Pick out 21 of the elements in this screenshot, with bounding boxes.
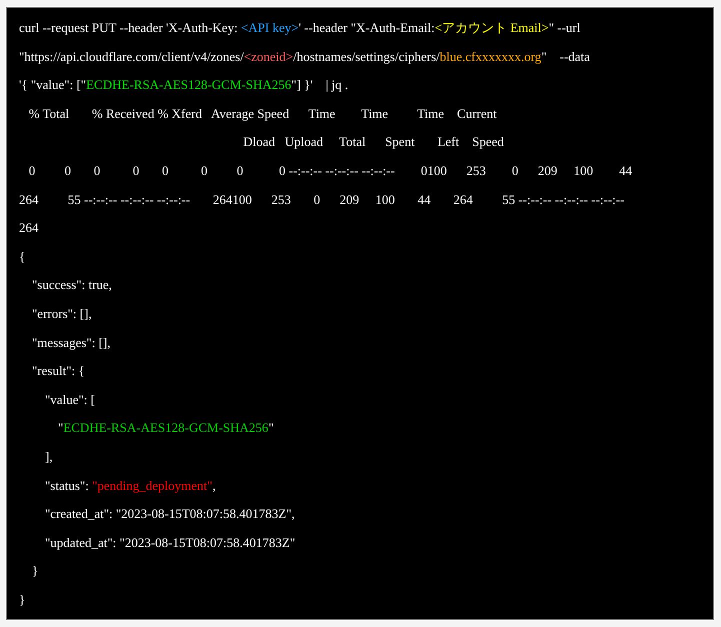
code-line: "updated_at": "2023-08-15T08:07:58.401783Z" bbox=[44, 534, 296, 552]
code-line: "result": { bbox=[31, 362, 85, 380]
code-line: "created_at": "2023-08-15T08:07:58.401783Z", bbox=[44, 505, 295, 524]
code-line: % Total % Received % Xferd Average Speed Time Time Time Current bbox=[28, 104, 497, 123]
code-line: "errors": [], bbox=[31, 304, 92, 323]
code-line: "value": [ bbox=[44, 390, 95, 409]
code-line: } bbox=[19, 590, 26, 609]
code-line: ], bbox=[44, 448, 53, 466]
code-line: 264 bbox=[19, 219, 38, 238]
code-line: "status": "pending_deployment", bbox=[44, 476, 216, 495]
code-line: 0 0 0 0 0 0 0 0 --:--:-- --:--:-- --:--:-- 0100 253 0 209 100 44 bbox=[28, 162, 632, 180]
code-line: { bbox=[19, 248, 26, 266]
code-line: "ECDHE-RSA-AES128-GCM-SHA256" bbox=[57, 419, 274, 438]
code-line: "success": true, bbox=[31, 276, 112, 294]
code-line: '{ "value": ["ECDHE-RSA-AES128-GCM-SHA256"] }' | jq . bbox=[19, 76, 348, 94]
code-line: "messages": [], bbox=[31, 334, 110, 352]
code-line: curl --request PUT --header 'X-Auth-Key: <API key>' --header "X-Auth-Email:<アカウント Email>" --url bbox=[19, 19, 580, 37]
code-line: 264 55 --:--:-- --:--:-- --:--:-- 264100 253 0 209 100 44 264 55 --:--:-- --:--:-- --:--:-- bbox=[19, 190, 624, 209]
code-line: } bbox=[31, 562, 38, 580]
code-line: Dload Upload Total Spent Left Speed bbox=[242, 133, 504, 152]
code-line: "https://api.cloudflare.com/client/v4/zones/<zoneid>/hostnames/settings/ciphers/blue.cfxxxxxxx.org" --data bbox=[19, 48, 590, 66]
